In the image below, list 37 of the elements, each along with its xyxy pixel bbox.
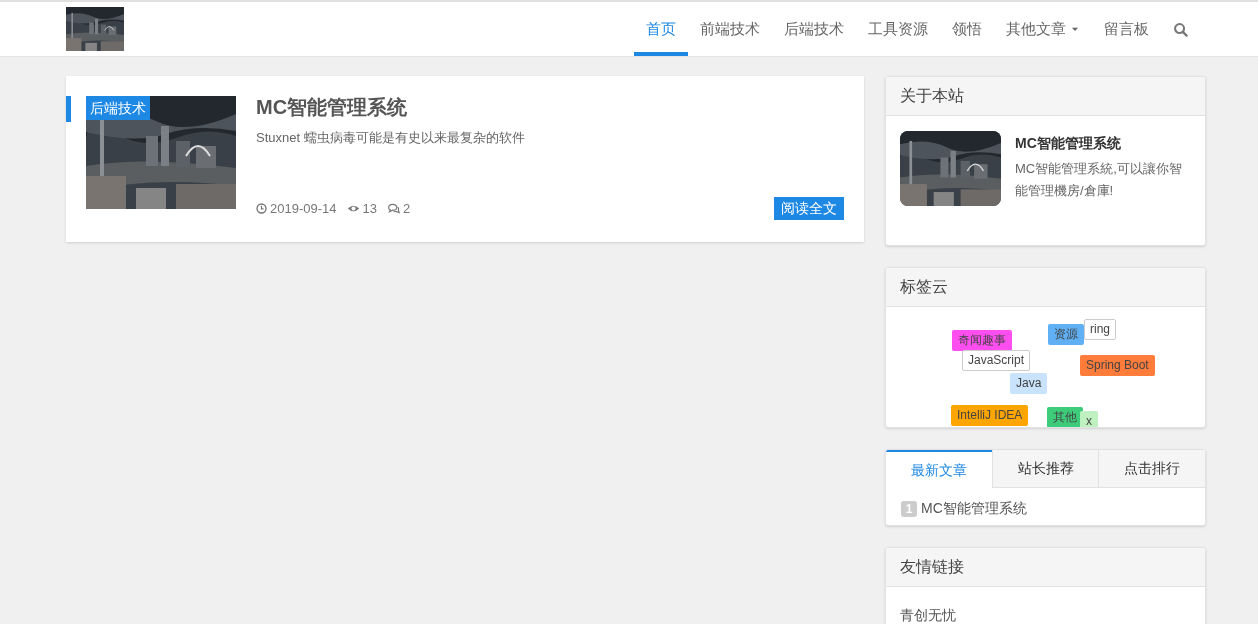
panel-title: 关于本站 — [900, 86, 964, 106]
date-text: 2019-09-14 — [270, 199, 337, 218]
tag-link[interactable]: 奇闻趣事 — [952, 330, 1012, 351]
search-icon — [1173, 21, 1188, 37]
nav-link[interactable]: 领悟 — [940, 2, 994, 56]
panel-title: 友情链接 — [900, 557, 964, 577]
nav-link[interactable]: 后端技术 — [772, 2, 856, 56]
sidebar-tab[interactable]: 最新文章 — [886, 450, 992, 488]
tag-link[interactable]: 其他 — [1047, 407, 1083, 427]
tag-link[interactable]: x — [1080, 411, 1098, 427]
article-summary: Stuxnet 蠕虫病毒可能是有史以来最复杂的软件 — [256, 129, 526, 147]
nav-link[interactable]: 前端技术 — [688, 2, 772, 56]
category-label[interactable]: 后端技术 — [86, 96, 150, 120]
nav-link[interactable]: 首页 — [634, 2, 688, 56]
sidebar-tab[interactable]: 站长推荐 — [991, 450, 1099, 488]
nav-link[interactable]: 其他文章 — [994, 2, 1092, 56]
tag-link[interactable]: Spring Boot — [1080, 355, 1155, 376]
tag-link[interactable]: Java — [1010, 373, 1048, 394]
nav-link[interactable]: 工具资源 — [856, 2, 940, 56]
tag-link[interactable]: 资源 — [1048, 324, 1084, 345]
sidebar-tab[interactable]: 点击排行 — [1098, 450, 1205, 488]
nav-link[interactable]: 留言板 — [1092, 2, 1161, 56]
read-more-button[interactable]: 阅读全文 — [774, 197, 844, 220]
site-name: MC智能管理系统 — [1015, 134, 1122, 153]
tag-link[interactable]: JavaScript — [962, 350, 1031, 371]
article-link[interactable]: MC智能管理系统 — [921, 498, 1027, 519]
comments-icon — [386, 202, 400, 215]
clock-icon — [256, 203, 267, 214]
accent-bar — [66, 96, 71, 122]
panel-title: 标签云 — [900, 277, 948, 297]
comment-count: 2 — [402, 199, 411, 218]
site-description: MC智能管理系統,可以讓你智能管理機房/倉庫! — [1015, 160, 1183, 200]
article-title[interactable]: MC智能管理系统 — [256, 95, 844, 119]
tag-link[interactable]: IntelliJ IDEA — [951, 405, 1029, 426]
view-count: 13 — [362, 199, 377, 218]
friend-link[interactable]: 青创无忧 — [886, 587, 1205, 624]
tag-link[interactable]: ring — [1084, 319, 1116, 340]
